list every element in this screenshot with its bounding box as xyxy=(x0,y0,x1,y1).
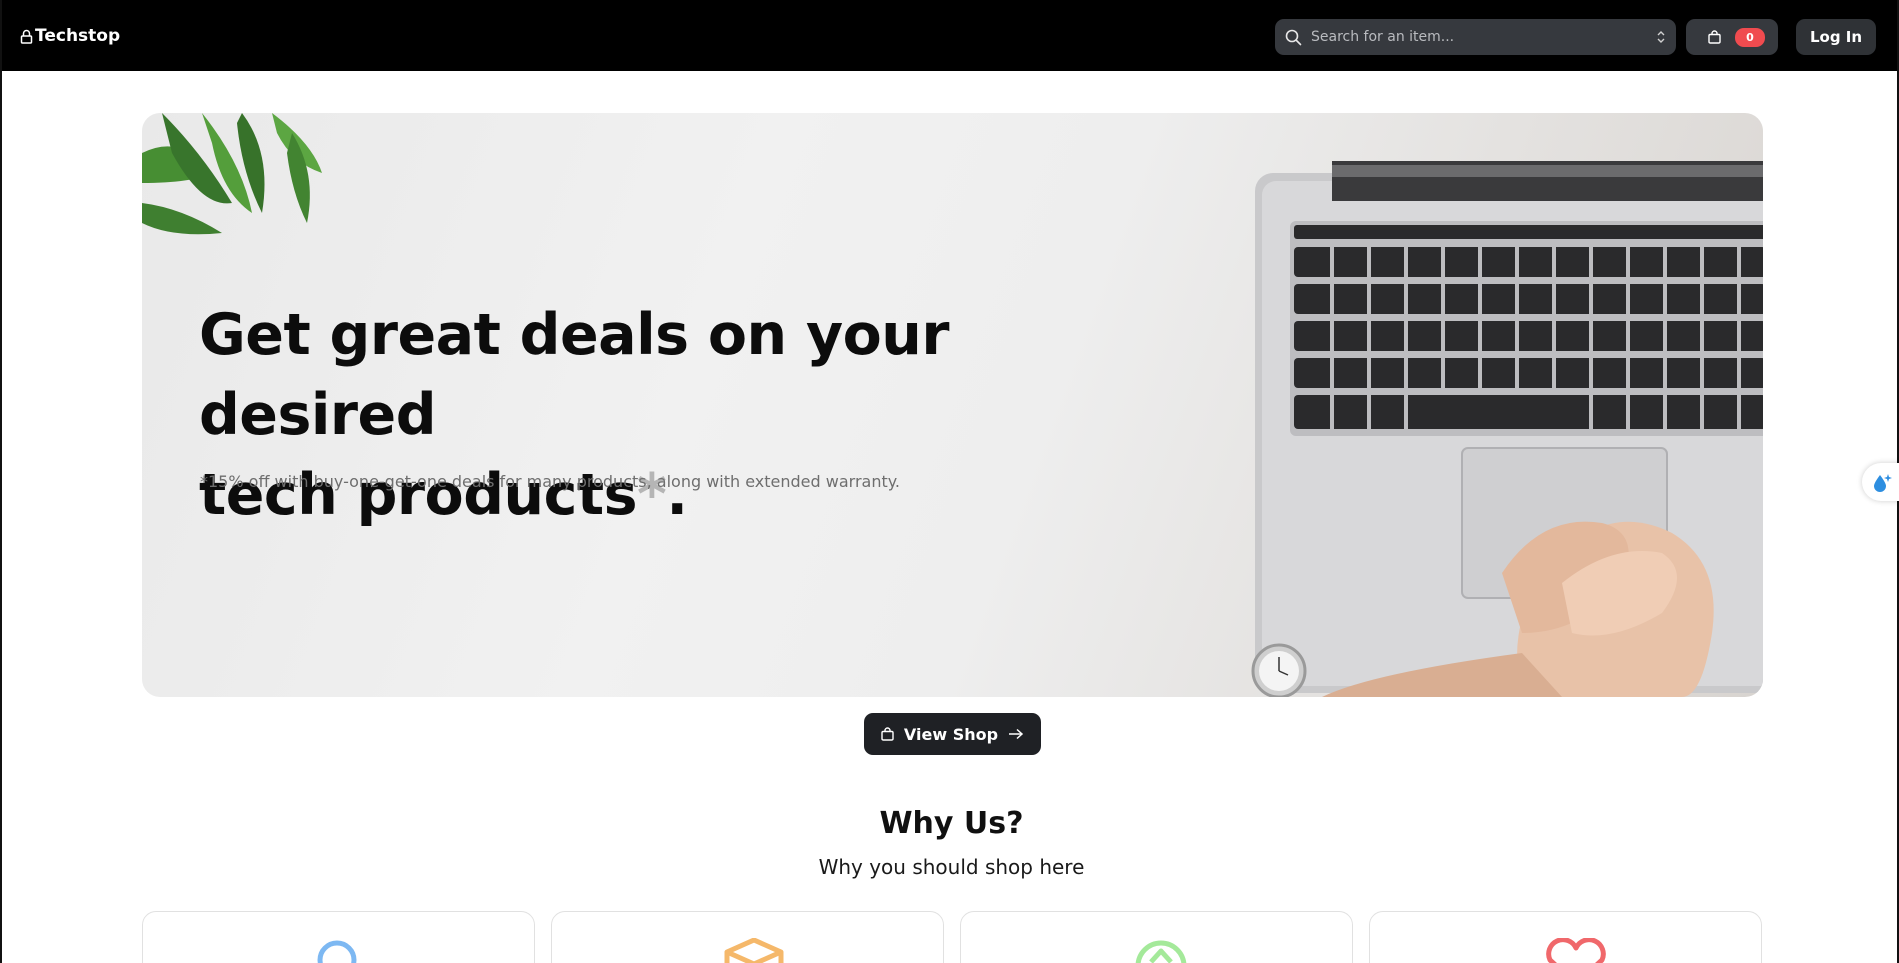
upload-icon xyxy=(1135,940,1187,963)
feature-card-box xyxy=(551,911,944,963)
chevron-updown-icon[interactable] xyxy=(1656,29,1666,45)
shopping-bag-icon xyxy=(881,727,894,741)
feature-card-heart xyxy=(1369,911,1762,963)
cart-count-badge: 0 xyxy=(1735,27,1765,47)
lock-icon xyxy=(20,29,33,44)
box-icon xyxy=(724,938,784,963)
why-us-title: Why Us? xyxy=(879,806,1024,841)
search-input[interactable] xyxy=(1311,29,1656,45)
search-icon xyxy=(317,940,357,963)
hero-subtitle: *15% off with buy-one-get-one deals for … xyxy=(200,472,901,491)
view-shop-label: View Shop xyxy=(903,724,999,744)
heart-icon xyxy=(1546,938,1606,963)
droplet-sparkle-icon xyxy=(1874,474,1892,492)
brand-logo[interactable]: Techstop xyxy=(20,26,120,46)
brand-name: Techstop xyxy=(35,26,121,46)
search-icon xyxy=(1285,29,1302,45)
hero-banner: Get great deals on your desired tech pro… xyxy=(142,113,1763,697)
side-widget-button[interactable] xyxy=(1862,463,1899,501)
why-us-subtitle: Why you should shop here xyxy=(818,855,1085,879)
hero-title-line1: Get great deals on your desired xyxy=(199,302,949,448)
cart-button[interactable]: 0 xyxy=(1686,19,1778,55)
feature-card-search xyxy=(142,911,535,963)
feature-card-upload xyxy=(960,911,1353,963)
view-shop-button[interactable]: View Shop xyxy=(864,713,1041,755)
hero-title: Get great deals on your desired tech pro… xyxy=(199,295,1159,535)
search-bar[interactable] xyxy=(1275,19,1676,55)
shopping-bag-icon xyxy=(1708,30,1721,44)
login-button[interactable]: Log In xyxy=(1796,19,1876,55)
plant-image xyxy=(142,113,322,235)
top-navbar: Techstop 0 Log In xyxy=(2,0,1897,71)
arrow-right-icon xyxy=(1009,728,1024,740)
